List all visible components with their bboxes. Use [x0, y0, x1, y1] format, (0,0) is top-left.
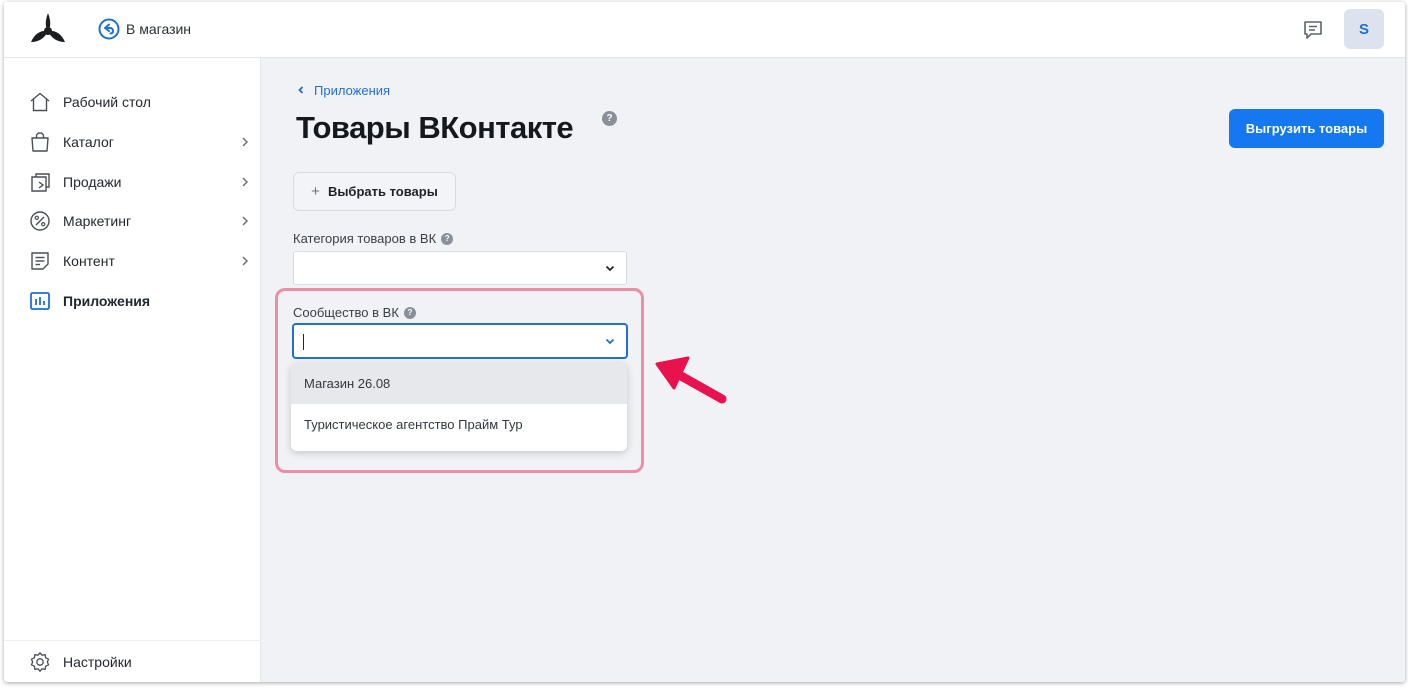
percent-icon: [28, 209, 52, 233]
sidebar-item-label: Контент: [63, 253, 115, 269]
category-field-label: Категория товаров в ВК ?: [293, 231, 454, 246]
home-icon: [28, 90, 52, 114]
top-bar: В магазин S: [4, 2, 1405, 58]
sidebar-item-label: Приложения: [63, 293, 151, 309]
sidebar-item-label: Настройки: [63, 654, 132, 670]
select-products-label: Выбрать товары: [327, 184, 438, 199]
document-icon: [28, 249, 52, 273]
gear-icon: [28, 650, 52, 674]
chevron-right-icon: [242, 256, 249, 266]
page-title: Товары ВКонтакте: [296, 110, 574, 145]
avatar[interactable]: S: [1344, 9, 1384, 49]
sidebar-item-apps[interactable]: Приложения: [28, 286, 252, 316]
app-window: В магазин S Рабочий стол Каталог Продажи…: [4, 2, 1405, 682]
sidebar-divider: [4, 640, 261, 641]
sidebar-item-marketing[interactable]: Маркетинг: [28, 206, 252, 236]
help-icon[interactable]: ?: [602, 111, 617, 126]
chevron-left-icon: [298, 86, 304, 94]
category-label-text: Категория товаров в ВК: [293, 231, 437, 246]
pointer-arrow-icon: [655, 356, 727, 404]
back-arrow-icon: [98, 18, 120, 40]
help-icon[interactable]: ?: [403, 306, 416, 319]
apps-chart-icon: [28, 289, 52, 313]
community-select[interactable]: [292, 323, 628, 359]
sidebar-item-content[interactable]: Контент: [28, 246, 252, 276]
chevron-down-icon: [605, 338, 615, 345]
sidebar-item-label: Рабочий стол: [63, 94, 151, 110]
help-icon[interactable]: ?: [441, 232, 454, 245]
sidebar-item-sales[interactable]: Продажи: [28, 167, 252, 197]
sidebar-item-label: Каталог: [63, 134, 114, 150]
plus-icon: +: [311, 183, 320, 200]
dropdown-option[interactable]: Туристическое агентство Прайм Тур: [291, 404, 627, 445]
sidebar-item-dashboard[interactable]: Рабочий стол: [28, 87, 252, 117]
chat-icon[interactable]: [1301, 18, 1325, 42]
sidebar: Рабочий стол Каталог Продажи Маркетинг К…: [4, 58, 261, 682]
breadcrumb-label: Приложения: [314, 82, 391, 98]
bag-icon: [28, 130, 52, 154]
category-select[interactable]: [293, 251, 627, 285]
community-dropdown: Магазин 26.08 Туристическое агентство Пр…: [291, 363, 627, 451]
chevron-right-icon: [242, 137, 249, 147]
chevron-down-icon: [605, 265, 615, 272]
dropdown-option[interactable]: Магазин 26.08: [291, 363, 627, 404]
text-cursor: [303, 334, 304, 350]
breadcrumb[interactable]: Приложения: [296, 81, 390, 99]
chevron-right-icon: [242, 216, 249, 226]
sidebar-item-label: Маркетинг: [63, 213, 132, 229]
logo-icon[interactable]: [28, 11, 68, 47]
back-to-store-label: В магазин: [126, 21, 192, 37]
sales-icon: [28, 170, 52, 194]
community-label-text: Сообщество в ВК: [293, 305, 399, 320]
sidebar-item-settings[interactable]: Настройки: [28, 647, 252, 677]
community-field-label: Сообщество в ВК ?: [293, 305, 416, 320]
select-products-button[interactable]: + Выбрать товары: [293, 172, 456, 211]
chevron-right-icon: [242, 177, 249, 187]
sidebar-item-catalog[interactable]: Каталог: [28, 127, 252, 157]
sidebar-item-label: Продажи: [63, 174, 122, 190]
back-to-store-link[interactable]: В магазин: [98, 18, 191, 40]
export-products-button[interactable]: Выгрузить товары: [1229, 109, 1384, 148]
